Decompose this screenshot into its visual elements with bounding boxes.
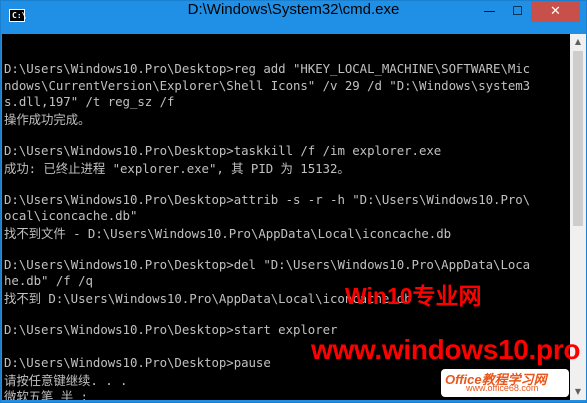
console-line: 成功: 已终止进程 "explorer.exe", 其 PID 为 15132。: [4, 161, 350, 177]
title-bar[interactable]: C:\ D:\Windows\System32\cmd.exe — ☐ ✕: [1, 1, 586, 33]
maximize-button[interactable]: ☐: [504, 1, 531, 22]
console-line: ocal\iconcache.db": [4, 207, 138, 223]
console-line: D:\Users\Windows10.Pro\Desktop>taskkill …: [4, 142, 442, 158]
scroll-down-arrow-icon[interactable]: ▼: [570, 384, 586, 400]
console-line: D:\Users\Windows10.Pro\Desktop>attrib -s…: [4, 191, 531, 207]
minimize-button[interactable]: —: [476, 1, 503, 22]
close-button[interactable]: ✕: [531, 1, 580, 22]
scroll-up-arrow-icon[interactable]: ▲: [570, 34, 586, 50]
watermark-site-url: www.windows10.pro: [311, 334, 581, 365]
console-line: D:\Users\Windows10.Pro\Desktop>reg add "…: [4, 61, 531, 77]
office-url-text: www.office68.com: [466, 383, 539, 393]
watermark-office-logo: Office教程学习网 www.office68.com: [441, 369, 569, 397]
console-line: D:\Users\Windows10.Pro\Desktop>del "D:\U…: [4, 256, 531, 272]
console-line: ndows\CurrentVersion\Explorer\Shell Icon…: [4, 77, 531, 93]
scroll-thumb[interactable]: [573, 51, 583, 226]
cmd-window: C:\ D:\Windows\System32\cmd.exe — ☐ ✕ D:…: [0, 0, 587, 403]
console-line: 操作成功完成。: [4, 112, 91, 128]
console-line: s.dll,197" /t reg_sz /f: [4, 93, 175, 109]
console-line: 找不到文件 - D:\Users\Windows10.Pro\AppData\L…: [4, 226, 452, 242]
watermark-site-name: Win10专业网: [345, 283, 482, 309]
